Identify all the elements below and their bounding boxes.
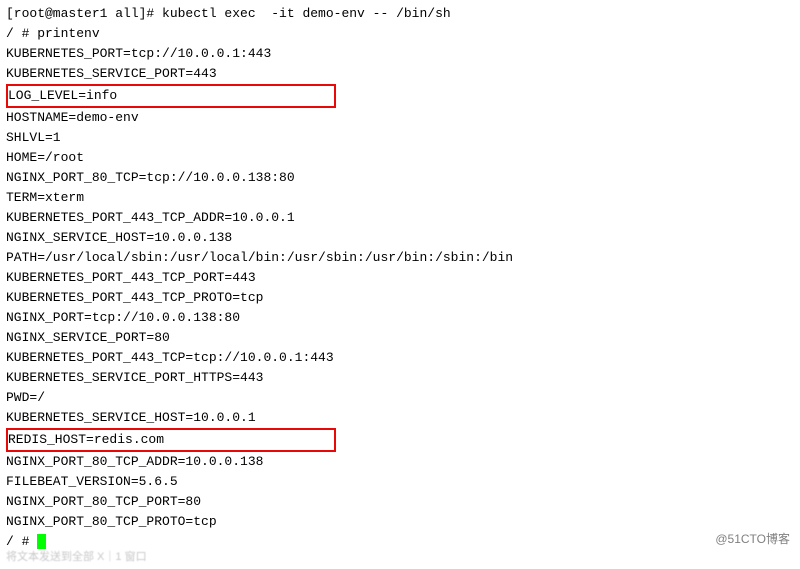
env-line: TERM=xterm xyxy=(6,188,794,208)
env-line: KUBERNETES_SERVICE_PORT_HTTPS=443 xyxy=(6,368,794,388)
env-line: KUBERNETES_SERVICE_PORT=443 xyxy=(6,64,794,84)
footer-text: 将文本发送到全部 X｜1 窗口 xyxy=(6,547,147,567)
env-line: KUBERNETES_PORT_443_TCP=tcp://10.0.0.1:4… xyxy=(6,348,794,368)
env-line: KUBERNETES_PORT_443_TCP_ADDR=10.0.0.1 xyxy=(6,208,794,228)
terminal-output: [root@master1 all]# kubectl exec -it dem… xyxy=(6,4,794,552)
highlight-redis-host: REDIS_HOST=redis.com xyxy=(6,428,336,452)
env-line: NGINX_PORT_80_TCP=tcp://10.0.0.138:80 xyxy=(6,168,794,188)
env-line: NGINX_PORT=tcp://10.0.0.138:80 xyxy=(6,308,794,328)
env-line: KUBERNETES_PORT_443_TCP_PORT=443 xyxy=(6,268,794,288)
watermark-text: @51CTO博客 xyxy=(715,529,790,549)
env-line: HOME=/root xyxy=(6,148,794,168)
env-line: KUBERNETES_PORT_443_TCP_PROTO=tcp xyxy=(6,288,794,308)
env-line: NGINX_SERVICE_HOST=10.0.0.138 xyxy=(6,228,794,248)
env-line: NGINX_PORT_80_TCP_ADDR=10.0.0.138 xyxy=(6,452,794,472)
env-line: FILEBEAT_VERSION=5.6.5 xyxy=(6,472,794,492)
command-line: [root@master1 all]# kubectl exec -it dem… xyxy=(6,4,794,24)
env-line: HOSTNAME=demo-env xyxy=(6,108,794,128)
env-line: KUBERNETES_SERVICE_HOST=10.0.0.1 xyxy=(6,408,794,428)
env-line: KUBERNETES_PORT=tcp://10.0.0.1:443 xyxy=(6,44,794,64)
env-line: PATH=/usr/local/sbin:/usr/local/bin:/usr… xyxy=(6,248,794,268)
env-line: NGINX_SERVICE_PORT=80 xyxy=(6,328,794,348)
env-line: SHLVL=1 xyxy=(6,128,794,148)
printenv-command: / # printenv xyxy=(6,24,794,44)
highlight-log-level: LOG_LEVEL=info xyxy=(6,84,336,108)
env-line: NGINX_PORT_80_TCP_PROTO=tcp xyxy=(6,512,794,532)
env-line: PWD=/ xyxy=(6,388,794,408)
env-line: NGINX_PORT_80_TCP_PORT=80 xyxy=(6,492,794,512)
